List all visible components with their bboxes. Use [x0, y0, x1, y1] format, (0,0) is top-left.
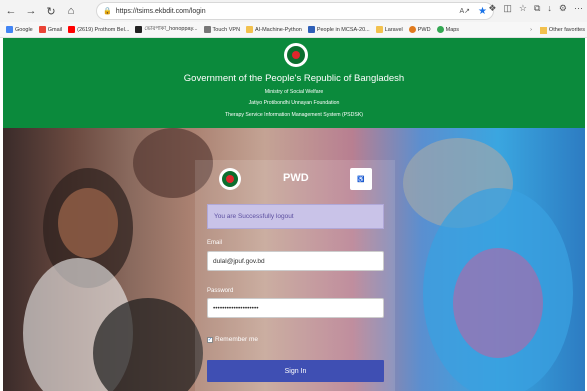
- bookmark-gmail[interactable]: Gmail: [38, 26, 62, 33]
- sign-in-button[interactable]: Sign In: [207, 360, 384, 382]
- login-brand: PWD: [283, 172, 309, 184]
- bookmark-google[interactable]: Google: [6, 26, 33, 33]
- reload-icon[interactable]: ↻: [42, 2, 60, 20]
- site-icon: [307, 26, 315, 33]
- folder-icon: [375, 26, 383, 33]
- address-bar[interactable]: 🔒 https://tsims.ekbdit.com/login A↗ ★: [96, 2, 494, 20]
- more-icon[interactable]: ⋯: [574, 3, 583, 14]
- gmail-icon: [38, 26, 46, 33]
- back-icon[interactable]: ←: [2, 2, 20, 20]
- pwd-logo-icon: [219, 168, 241, 190]
- youtube-icon: [68, 26, 76, 33]
- page-title: Government of the People's Republic of B…: [183, 73, 405, 84]
- bookmark-touch-vpn[interactable]: Touch VPN: [203, 26, 240, 33]
- bookmark-laravel[interactable]: Laravel: [375, 26, 403, 33]
- forward-icon[interactable]: →: [22, 2, 40, 20]
- foundation-line: Jatiyo Protibondhi Unnayan Foundation: [248, 100, 340, 106]
- other-favorites[interactable]: › Other favorites: [530, 22, 585, 37]
- bookmarks-bar: Google Gmail (2619) Prothom Bel... ভোরপা…: [0, 22, 587, 38]
- bookmark-youtube[interactable]: (2619) Prothom Bel...: [68, 26, 129, 33]
- site-icon: [135, 26, 143, 33]
- settings-icon[interactable]: ⚙: [559, 3, 567, 14]
- collections-icon[interactable]: ⧉: [534, 3, 540, 14]
- bookmark-people[interactable]: People in MCSA-20...: [307, 26, 370, 33]
- favorites-icon[interactable]: ☆: [519, 3, 527, 14]
- url-text: https://tsims.ekbdit.com/login: [115, 7, 206, 15]
- chevron-right-icon: ›: [530, 27, 532, 33]
- email-field[interactable]: dulal@jpuf.gov.bd: [207, 251, 384, 271]
- browser-actions: ❖ ◫ ☆ ⧉ ↓ ⚙ ⋯: [488, 3, 583, 14]
- gov-header: Government of the People's Republic of B…: [3, 38, 585, 128]
- pwd-badge-icon: ♿: [350, 168, 372, 190]
- read-aloud-icon[interactable]: A↗: [459, 7, 470, 15]
- bangladesh-emblem-icon: [284, 43, 308, 67]
- vpn-icon: [203, 26, 211, 33]
- split-screen-icon[interactable]: ◫: [503, 3, 512, 14]
- bookmark-maps[interactable]: Maps: [436, 26, 459, 33]
- password-field[interactable]: ••••••••••••••••••••: [207, 298, 384, 318]
- maps-icon: [436, 26, 444, 33]
- extensions-icon[interactable]: ❖: [488, 3, 496, 14]
- home-icon[interactable]: ⌂: [62, 2, 80, 20]
- system-line: Therapy Service Information Management S…: [224, 112, 364, 118]
- remember-checkbox[interactable]: ✓: [207, 336, 213, 343]
- login-panel: [195, 160, 395, 391]
- lock-icon: 🔒: [103, 8, 112, 15]
- remember-me[interactable]: ✓ Remember me: [207, 336, 258, 343]
- google-icon: [6, 26, 13, 33]
- logout-success-alert: You are Successfully logout: [207, 204, 384, 229]
- folder-icon: [539, 26, 547, 34]
- email-label: Email: [207, 240, 223, 246]
- pwd-icon: [408, 26, 416, 33]
- favorite-star-icon[interactable]: ★: [478, 6, 487, 17]
- bookmark-pwd[interactable]: PWD: [408, 26, 431, 33]
- password-label: Password: [207, 288, 234, 294]
- remember-label: Remember me: [215, 336, 258, 343]
- bookmark-honoppay[interactable]: ভোরপাকা_honoppay...: [135, 26, 198, 34]
- ministry-line: Ministry of Social Welfare: [264, 89, 324, 95]
- bookmark-ai-python[interactable]: AI-Machine-Python: [246, 26, 302, 33]
- downloads-icon[interactable]: ↓: [547, 3, 552, 14]
- folder-icon: [246, 26, 254, 33]
